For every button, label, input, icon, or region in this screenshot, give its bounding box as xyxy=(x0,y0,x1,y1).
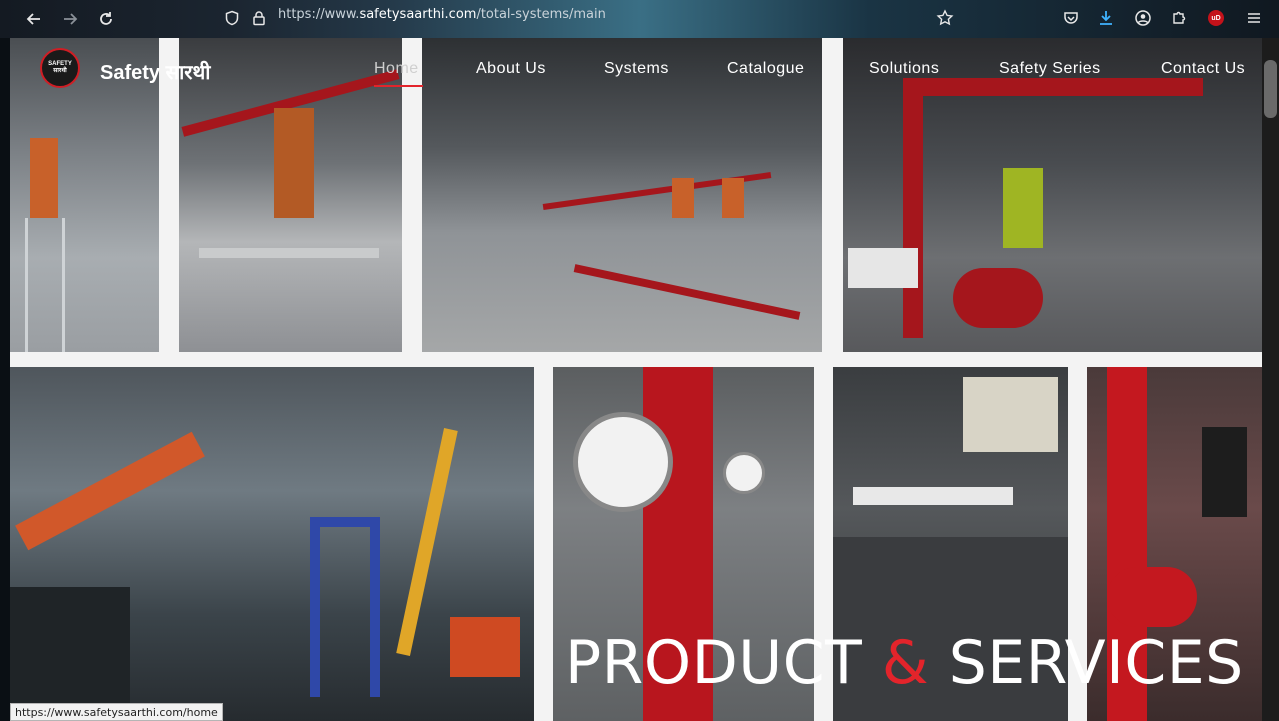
ublock-label: uD xyxy=(1211,14,1221,22)
arrow-right-icon xyxy=(64,13,78,25)
pocket-icon xyxy=(1064,12,1078,24)
site-logo[interactable]: SAFETY सारथी xyxy=(40,48,80,88)
nav-active-underline xyxy=(374,85,423,87)
page-scrollbar[interactable] xyxy=(1262,38,1279,721)
downloads-button[interactable] xyxy=(1095,7,1117,29)
download-icon xyxy=(1100,11,1112,25)
nav-catalogue[interactable]: Catalogue xyxy=(727,60,804,78)
url-prefix: https://www. xyxy=(278,7,360,22)
logo-text-top: SAFETY xyxy=(48,61,72,67)
page-content xyxy=(10,38,1262,721)
arrow-left-icon xyxy=(26,13,40,25)
account-button[interactable] xyxy=(1132,7,1154,29)
back-button[interactable] xyxy=(22,7,46,31)
address-bar[interactable]: https://www.safetysaarthi.com/total-syst… xyxy=(278,7,606,22)
scrollbar-thumb[interactable] xyxy=(1264,60,1277,118)
url-path: /total-systems/main xyxy=(476,7,606,22)
hamburger-icon xyxy=(1248,13,1260,23)
nav-about-us[interactable]: About Us xyxy=(476,60,546,78)
forward-button[interactable] xyxy=(58,7,82,31)
brand-name[interactable]: Safety सारथी xyxy=(100,58,210,85)
hero-word-product: PRODUCT xyxy=(565,628,863,698)
nav-systems[interactable]: Systems xyxy=(604,60,669,78)
ublock-button[interactable]: uD xyxy=(1205,7,1227,29)
puzzle-icon xyxy=(1173,11,1186,24)
star-icon xyxy=(936,9,954,26)
site-header: SAFETY सारथी Safety सारथी Home About Us … xyxy=(10,38,1262,102)
url-host: safetysaarthi.com xyxy=(359,7,477,22)
logo-text-bottom: सारथी xyxy=(53,68,67,74)
bookmark-star-button[interactable] xyxy=(934,7,956,29)
reload-icon xyxy=(100,12,112,25)
app-menu-button[interactable] xyxy=(1243,7,1265,29)
extensions-button[interactable] xyxy=(1168,7,1190,29)
account-icon xyxy=(1135,10,1151,26)
lock-icon[interactable] xyxy=(248,7,270,29)
status-bar-link-preview: https://www.safetysaarthi.com/home xyxy=(10,703,223,721)
browser-toolbar: https://www.safetysaarthi.com/total-syst… xyxy=(0,0,1279,38)
ublock-icon: uD xyxy=(1208,10,1224,26)
pocket-button[interactable] xyxy=(1060,7,1082,29)
nav-solutions[interactable]: Solutions xyxy=(869,60,939,78)
hero-word-services: SERVICES xyxy=(948,628,1244,698)
hero-ampersand: & xyxy=(881,628,930,698)
reload-button[interactable] xyxy=(94,7,118,31)
hero-title: PRODUCT & SERVICES xyxy=(565,628,1244,698)
photo-crane-factory xyxy=(10,367,534,721)
nav-home[interactable]: Home xyxy=(374,60,419,78)
shield-icon[interactable] xyxy=(221,7,243,29)
nav-safety-series[interactable]: Safety Series xyxy=(999,60,1101,78)
nav-contact-us[interactable]: Contact Us xyxy=(1161,60,1245,78)
